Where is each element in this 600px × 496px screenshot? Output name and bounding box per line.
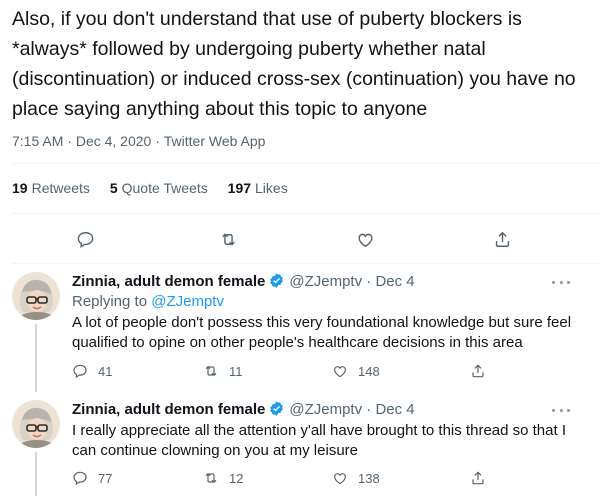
verified-badge-icon xyxy=(270,401,284,416)
like-button[interactable] xyxy=(353,227,377,251)
avatar[interactable] xyxy=(12,400,60,448)
likes-stat[interactable]: 197 Likes xyxy=(228,180,288,196)
retweet-button[interactable]: 12 xyxy=(203,470,243,486)
likes-label: Likes xyxy=(255,180,288,196)
tweet-date[interactable]: Dec 4, 2020 xyxy=(76,133,152,149)
verified-badge-icon xyxy=(270,273,284,288)
avatar-image xyxy=(12,400,60,448)
meta-separator: · xyxy=(155,133,160,149)
avatar-image xyxy=(12,272,60,320)
like-button[interactable]: 148 xyxy=(332,363,380,379)
retweet-button[interactable]: 11 xyxy=(203,363,243,379)
reply-button[interactable] xyxy=(73,227,97,251)
divider xyxy=(12,213,600,214)
thread-line xyxy=(35,324,37,392)
header-separator: · xyxy=(366,273,372,290)
reply-text: I really appreciate all the attention y'… xyxy=(72,422,566,459)
more-options-icon[interactable] xyxy=(552,279,570,285)
replying-to-handle[interactable]: @ZJemptv xyxy=(151,293,224,310)
tweet-text: Also, if you don't understand that use o… xyxy=(12,8,576,120)
retweet-button[interactable] xyxy=(216,227,240,251)
share-icon xyxy=(472,471,484,485)
avatar[interactable] xyxy=(12,272,60,320)
like-button[interactable]: 138 xyxy=(332,470,380,486)
retweets-stat[interactable]: 19 Retweets xyxy=(12,180,90,196)
like-count: 148 xyxy=(358,363,380,379)
like-count: 138 xyxy=(358,470,380,486)
likes-count: 197 xyxy=(227,180,252,196)
tweet-actions xyxy=(0,227,600,251)
author-handle[interactable]: @ZJemptv xyxy=(289,273,362,290)
author-handle[interactable]: @ZJemptv xyxy=(289,401,362,418)
reply-body: Zinnia, adult demon female @ZJemptv · Dec… xyxy=(72,400,582,461)
reply-date[interactable]: Dec 4 xyxy=(375,273,414,290)
retweet-icon xyxy=(205,472,217,484)
replying-to: Replying to @ZJemptv xyxy=(72,292,582,312)
retweet-icon xyxy=(205,365,217,377)
reply-body: Zinnia, adult demon female @ZJemptv · Dec… xyxy=(72,272,582,353)
retweets-count: 19 xyxy=(12,180,28,196)
quote-tweets-count: 5 xyxy=(109,180,118,196)
retweet-count: 12 xyxy=(229,470,244,486)
reply-count: 77 xyxy=(98,470,113,486)
like-icon xyxy=(334,366,346,378)
share-button[interactable] xyxy=(470,470,496,486)
retweet-count: 11 xyxy=(229,363,243,379)
meta-separator: · xyxy=(67,133,72,149)
tweet-source[interactable]: Twitter Web App xyxy=(164,133,266,149)
reply-actions: 41 11 148 xyxy=(72,363,492,383)
share-button[interactable] xyxy=(490,227,514,251)
reply-icon xyxy=(73,471,87,486)
like-icon xyxy=(357,233,373,247)
reply-button[interactable]: 41 xyxy=(72,363,112,379)
divider xyxy=(12,263,600,264)
quote-tweets-stat[interactable]: 5 Quote Tweets xyxy=(110,180,208,196)
more-options-icon[interactable] xyxy=(552,407,570,413)
share-icon xyxy=(495,231,509,247)
reply-date[interactable]: Dec 4 xyxy=(375,401,414,418)
reply-header: Zinnia, adult demon female @ZJemptv · Dec… xyxy=(72,400,582,420)
reply-actions: 77 12 138 xyxy=(72,470,492,490)
reply-count: 41 xyxy=(98,363,113,379)
tweet-stats: 19 Retweets 5 Quote Tweets 197 Likes xyxy=(12,180,304,196)
reply-icon xyxy=(77,231,93,248)
author-name[interactable]: Zinnia, adult demon female xyxy=(72,273,265,290)
tweet-meta: 7:15 AM · Dec 4, 2020 · Twitter Web App xyxy=(12,133,265,149)
header-separator: · xyxy=(366,401,372,418)
reply-icon xyxy=(73,364,87,379)
tweet-time[interactable]: 7:15 AM xyxy=(12,133,63,149)
share-icon xyxy=(472,364,484,378)
retweets-label: Retweets xyxy=(31,180,90,196)
author-name[interactable]: Zinnia, adult demon female xyxy=(72,401,265,418)
reply-header: Zinnia, adult demon female @ZJemptv · Dec… xyxy=(72,272,582,292)
reply-text: A lot of people don't possess this very … xyxy=(72,314,572,351)
thread-line xyxy=(35,452,37,496)
divider xyxy=(12,163,600,164)
retweet-icon xyxy=(221,232,235,246)
reply-button[interactable]: 77 xyxy=(72,470,112,486)
replying-to-label: Replying to xyxy=(72,293,152,310)
like-icon xyxy=(334,473,346,485)
share-button[interactable] xyxy=(470,363,496,379)
quote-tweets-label: Quote Tweets xyxy=(121,180,208,196)
